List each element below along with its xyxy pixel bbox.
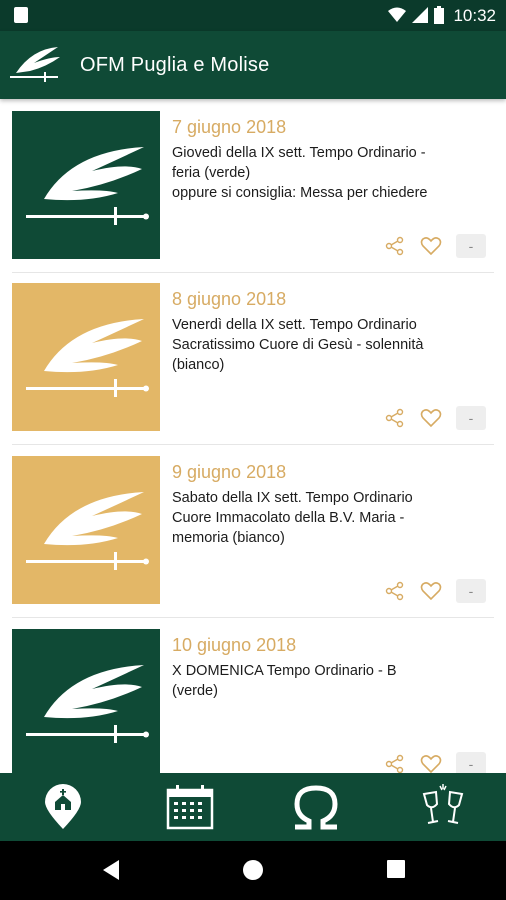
list-item[interactable]: 9 giugno 2018 Sabato della IX sett. Temp… [12,456,494,618]
description-line: Giovedì della IX sett. Tempo Ordinario - [172,145,426,161]
heart-icon[interactable] [420,753,442,773]
wing-sword-icon [26,665,149,743]
tab-home[interactable] [0,773,127,841]
heart-icon[interactable] [420,407,442,429]
app-logo-icon [10,47,60,82]
description-line: Sacratissimo Cuore di Gesù - solennità [172,337,424,353]
system-nav-bar [0,841,506,900]
entry-description: X DOMENICA Tempo Ordinario - B (verde) [172,661,492,701]
entry-date: 10 giugno 2018 [172,635,297,655]
signal-icon [412,7,428,23]
description-line: oppure si consiglia: Messa per chiedere [172,185,428,201]
liturgy-list[interactable]: 7 giugno 2018 Giovedì della IX sett. Tem… [0,99,506,773]
description-line: Sabato della IX sett. Tempo Ordinario [172,490,413,506]
app-title: OFM Puglia e Molise [80,54,270,76]
wifi-icon [388,7,406,22]
entry-date: 7 giugno 2018 [172,117,287,137]
back-icon[interactable] [101,859,121,881]
entry-date: 9 giugno 2018 [172,462,287,482]
tab-omega[interactable] [253,773,380,841]
description-line: Cuore Immacolato della B.V. Maria - [172,510,405,526]
entry-thumbnail [12,111,160,259]
list-item[interactable]: 10 giugno 2018 X DOMENICA Tempo Ordinari… [12,629,494,773]
status-bar: 10:32 [0,0,506,31]
entry-date: 8 giugno 2018 [172,289,287,309]
description-line: Venerdì della IX sett. Tempo Ordinario [172,317,417,333]
list-item[interactable]: 7 giugno 2018 Giovedì della IX sett. Tem… [12,111,494,273]
share-icon[interactable] [384,407,406,429]
bottom-tab-bar [0,773,506,841]
description-line: (verde) [172,683,218,699]
more-button[interactable]: - [456,234,486,258]
notification-icon [14,7,28,23]
battery-icon [434,6,444,24]
list-item[interactable]: 8 giugno 2018 Venerdì della IX sett. Tem… [12,283,494,445]
clock: 10:32 [453,6,496,25]
calendar-icon [166,785,213,830]
description-line: memoria (bianco) [172,530,285,546]
heart-icon[interactable] [420,580,442,602]
app-bar: OFM Puglia e Molise [0,31,506,99]
description-line: feria (verde) [172,165,251,181]
wing-sword-icon [26,492,149,570]
heart-icon[interactable] [420,235,442,257]
entry-description: Venerdì della IX sett. Tempo Ordinario S… [172,315,492,375]
share-icon[interactable] [384,235,406,257]
entry-thumbnail [12,629,160,773]
share-icon[interactable] [384,580,406,602]
home-icon[interactable] [242,859,264,881]
recents-icon[interactable] [386,859,406,879]
church-pin-icon [45,784,82,829]
tab-toast[interactable] [380,773,506,841]
description-line: (bianco) [172,357,225,373]
description-line: X DOMENICA Tempo Ordinario - B [172,663,397,679]
more-button[interactable]: - [456,579,486,603]
wing-sword-icon [26,147,149,225]
tab-calendar[interactable] [127,773,254,841]
entry-thumbnail [12,283,160,431]
more-button[interactable]: - [456,406,486,430]
wing-sword-icon [26,319,149,397]
entry-description: Giovedì della IX sett. Tempo Ordinario -… [172,143,492,203]
entry-description: Sabato della IX sett. Tempo Ordinario Cu… [172,488,492,548]
toast-glasses-icon [422,784,464,824]
share-icon[interactable] [384,753,406,773]
entry-thumbnail [12,456,160,604]
more-button[interactable]: - [456,752,486,773]
omega-icon [294,785,338,830]
